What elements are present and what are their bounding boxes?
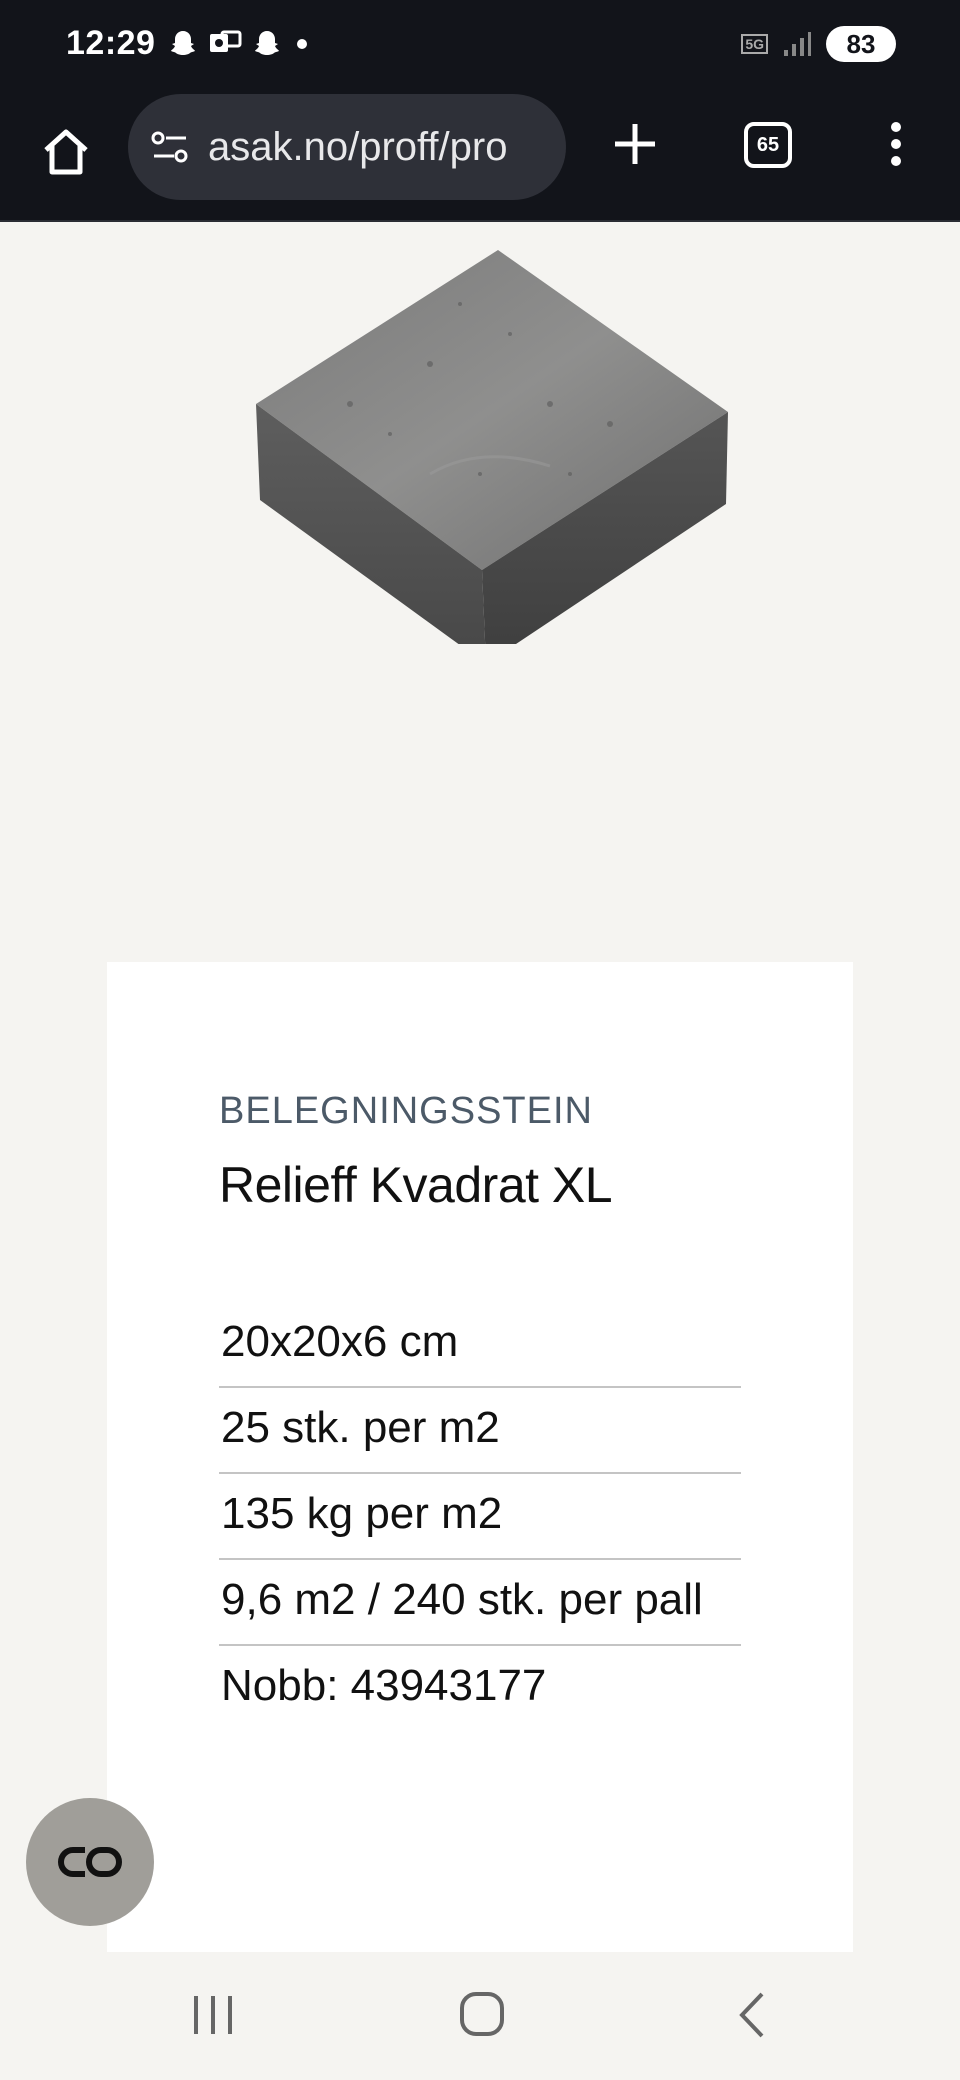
menu-dot	[891, 122, 901, 132]
address-bar[interactable]: asak.no/proff/pro	[128, 94, 566, 200]
spec-item: 135 kg per m2	[219, 1474, 741, 1560]
product-image-area	[0, 224, 960, 964]
tab-switcher-button[interactable]: 65	[744, 122, 792, 168]
menu-dot	[891, 139, 901, 149]
battery-icon: 83	[826, 26, 896, 62]
battery-level: 83	[846, 28, 876, 59]
outlook-icon	[210, 30, 242, 52]
back-icon[interactable]	[734, 1990, 770, 2040]
network-5g-icon: 5G	[741, 34, 768, 54]
snapchat-icon	[255, 31, 279, 55]
spec-dimensions: 20x20x6 cm	[221, 1317, 459, 1366]
spec-weight-per-m2: 135 kg per m2	[221, 1489, 503, 1538]
status-time: 12:29	[66, 24, 156, 62]
new-tab-button[interactable]	[605, 114, 665, 174]
spec-item: 9,6 m2 / 240 stk. per pall	[219, 1560, 741, 1646]
site-settings-icon[interactable]	[148, 125, 192, 169]
menu-dot	[891, 156, 901, 166]
url-text[interactable]: asak.no/proff/pro	[208, 125, 548, 170]
spec-item: Nobb: 43943177	[219, 1646, 741, 1730]
home-nav-icon[interactable]	[458, 1990, 506, 2038]
link-icon	[58, 1847, 122, 1877]
system-icons: 5G 83	[741, 26, 896, 62]
status-bar: 12:29 5G 83	[0, 0, 960, 88]
snapchat-icon	[171, 31, 195, 55]
system-navigation-bar	[0, 1952, 960, 2080]
product-card: BELEGNINGSSTEIN Relieff Kvadrat XL 20x20…	[107, 962, 853, 1952]
spec-item: 20x20x6 cm	[219, 1302, 741, 1388]
floating-action-button[interactable]	[26, 1798, 154, 1926]
spec-item: 25 stk. per m2	[219, 1388, 741, 1474]
spec-nobb: Nobb: 43943177	[221, 1661, 547, 1710]
home-icon	[44, 129, 88, 175]
plus-icon	[615, 124, 655, 164]
recent-apps-icon[interactable]	[190, 1992, 236, 2038]
paving-stone-image	[256, 250, 728, 644]
spec-pieces-per-m2: 25 stk. per m2	[221, 1403, 500, 1452]
tab-count: 65	[756, 133, 780, 156]
dot-icon	[297, 39, 307, 49]
signal-icon	[784, 32, 811, 56]
spec-per-pallet: 9,6 m2 / 240 stk. per pall	[221, 1575, 703, 1624]
product-title: Relieff Kvadrat XL	[219, 1157, 613, 1213]
notification-icons	[168, 28, 312, 58]
browser-toolbar: asak.no/proff/pro 65	[0, 88, 960, 222]
home-button[interactable]	[34, 120, 98, 184]
product-category: BELEGNINGSSTEIN	[219, 1090, 593, 1132]
more-menu-button[interactable]	[880, 114, 912, 174]
spec-list: 20x20x6 cm 25 stk. per m2 135 kg per m2 …	[219, 1302, 741, 1730]
